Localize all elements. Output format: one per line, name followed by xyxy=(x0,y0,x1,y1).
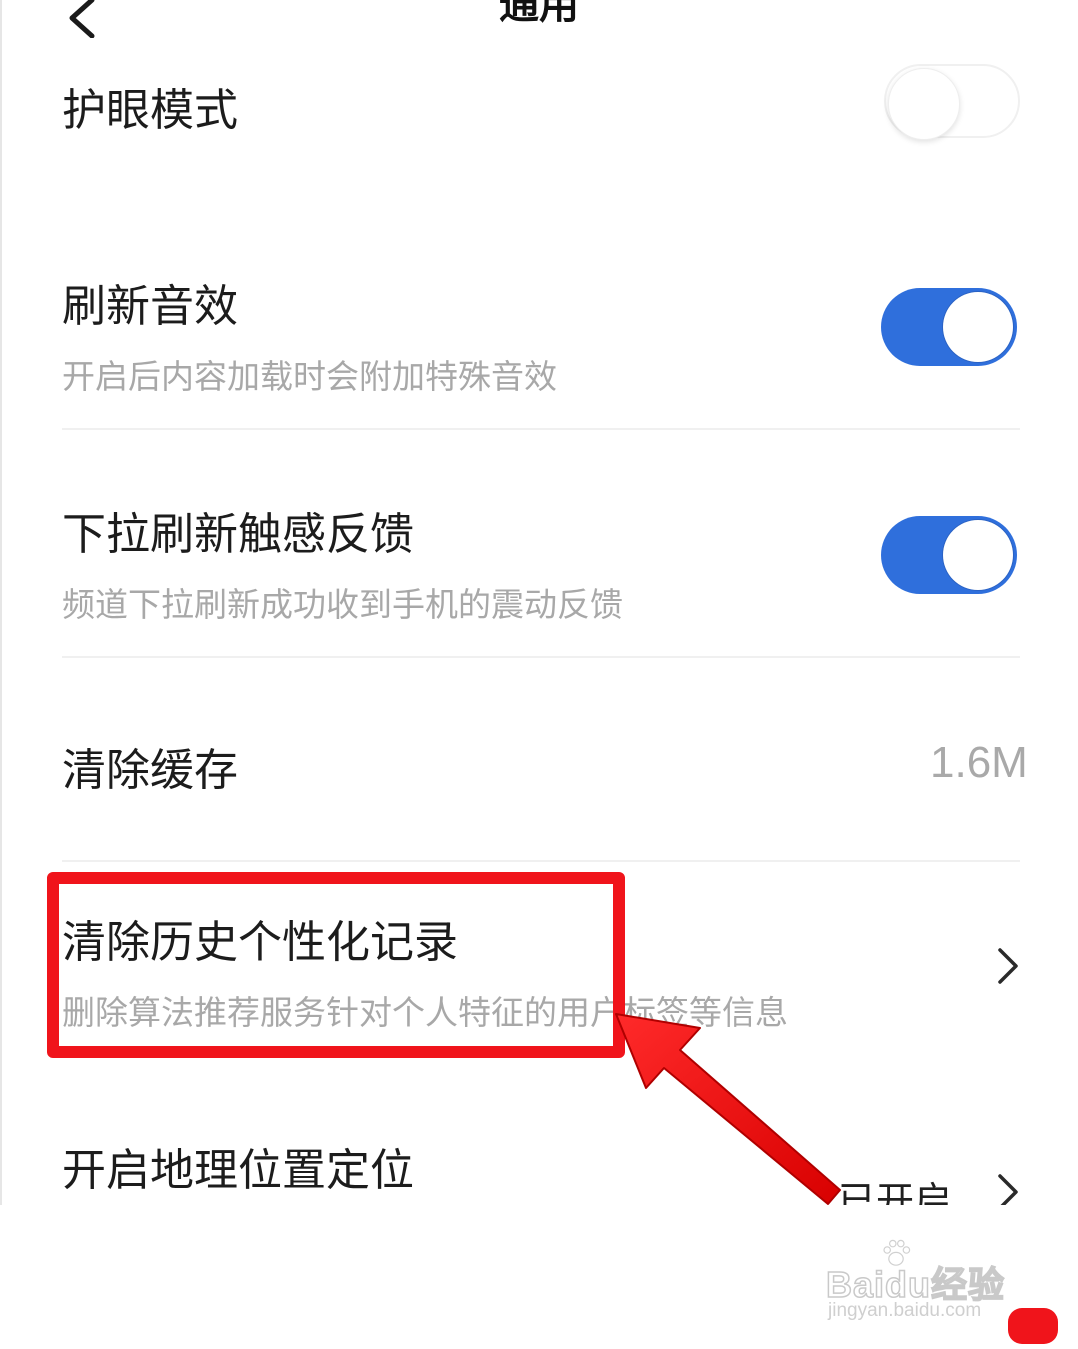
setting-title: 下拉刷新触感反馈 xyxy=(62,509,414,560)
toggle-knob xyxy=(943,520,1013,590)
chevron-right-icon xyxy=(998,1174,1018,1205)
toggle-knob xyxy=(943,292,1013,362)
page-title: 通用 xyxy=(499,0,579,28)
eye-protection-toggle[interactable] xyxy=(884,64,1020,140)
setting-title: 开启地理位置定位 xyxy=(62,1145,414,1196)
setting-title: 清除缓存 xyxy=(62,745,238,796)
setting-row-eye-protection[interactable]: 护眼模式 xyxy=(0,60,1078,230)
setting-subtitle: 开启后内容加载时会附加特殊音效 xyxy=(62,357,557,396)
location-status-value: 已开启 xyxy=(838,1179,953,1205)
watermark-url: jingyan.baidu.com xyxy=(828,1300,982,1321)
setting-row-location[interactable]: 开启地理位置定位 已开启 xyxy=(0,1102,1078,1205)
setting-title: 刷新音效 xyxy=(62,281,238,332)
toggle-knob xyxy=(888,68,960,140)
annotation-highlight-box xyxy=(47,872,625,1058)
red-corner-mark xyxy=(1008,1308,1058,1344)
chevron-right-icon xyxy=(998,948,1018,984)
refresh-sound-toggle[interactable] xyxy=(881,288,1017,366)
setting-row-pull-haptic[interactable]: 下拉刷新触感反馈 频道下拉刷新成功收到手机的震动反馈 xyxy=(0,430,1078,658)
setting-subtitle: 频道下拉刷新成功收到手机的震动反馈 xyxy=(62,585,623,624)
setting-row-clear-cache[interactable]: 清除缓存 1.6M xyxy=(0,658,1078,862)
cache-size-value: 1.6M xyxy=(930,738,1028,787)
header-bar: 通用 xyxy=(0,0,1078,40)
setting-title: 护眼模式 xyxy=(62,85,238,136)
pull-haptic-toggle[interactable] xyxy=(881,516,1017,594)
setting-row-refresh-sound[interactable]: 刷新音效 开启后内容加载时会附加特殊音效 xyxy=(0,230,1078,430)
